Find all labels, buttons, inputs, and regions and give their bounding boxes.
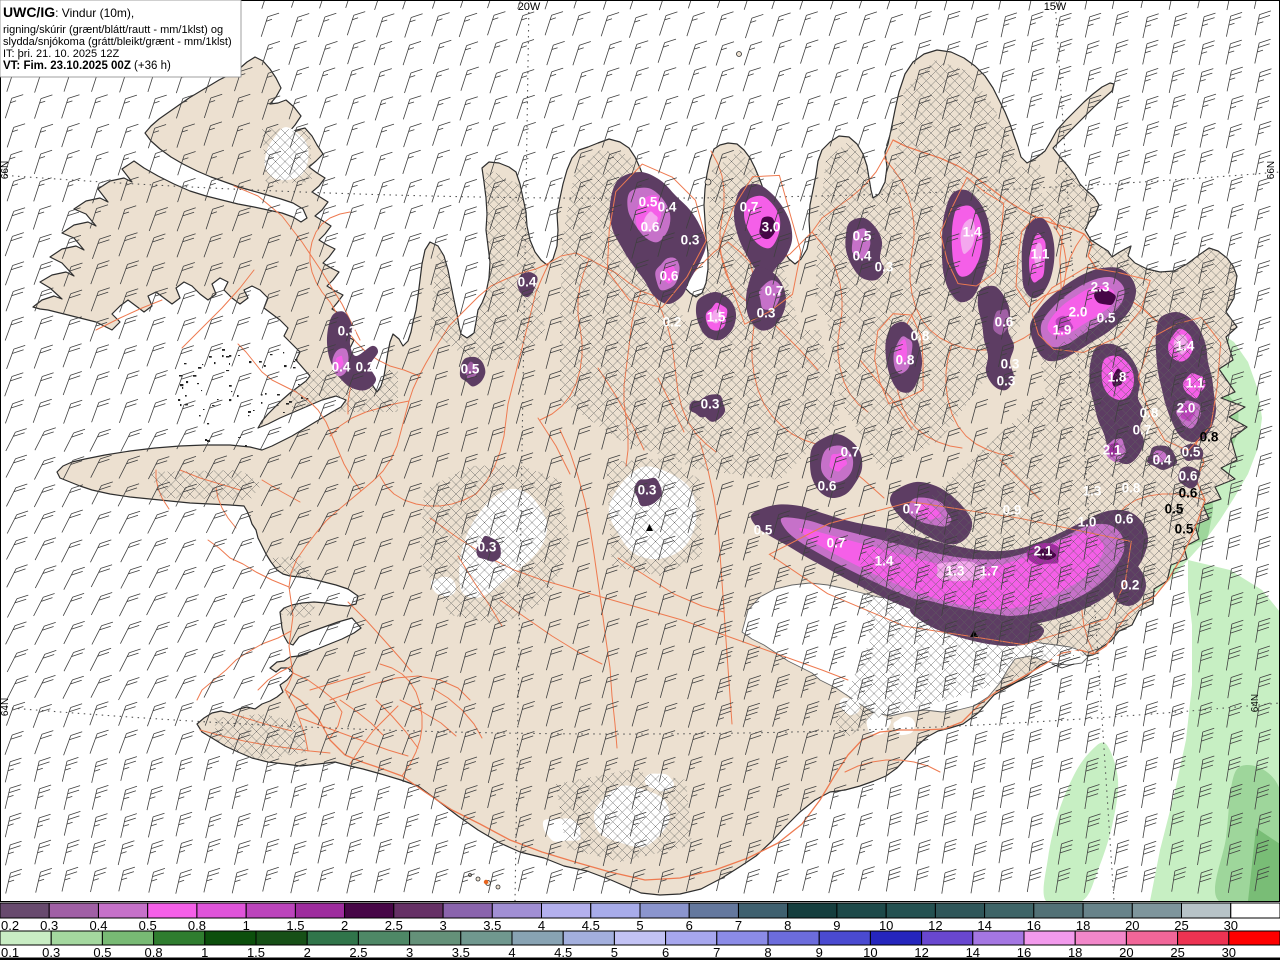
svg-text:0.2: 0.2 xyxy=(663,315,682,330)
svg-text:IT: þri. 21. 10. 2025 12Z: IT: þri. 21. 10. 2025 12Z xyxy=(3,48,119,60)
svg-text:0.4: 0.4 xyxy=(658,200,677,215)
svg-text:66N: 66N xyxy=(1266,161,1277,179)
svg-text:2.0: 2.0 xyxy=(1177,401,1196,416)
svg-text:0.3: 0.3 xyxy=(681,233,700,248)
svg-text:0.5: 0.5 xyxy=(1097,311,1116,326)
svg-text:0.6: 0.6 xyxy=(660,269,679,284)
svg-text:0.4: 0.4 xyxy=(332,360,351,375)
svg-text:0.2: 0.2 xyxy=(1121,578,1140,593)
svg-text:2.3: 2.3 xyxy=(1091,280,1110,295)
svg-text:1.3: 1.3 xyxy=(1083,484,1102,499)
svg-text:0.5: 0.5 xyxy=(853,229,872,244)
svg-text:1.5: 1.5 xyxy=(707,310,726,325)
svg-text:0.6: 0.6 xyxy=(1179,469,1198,484)
svg-text:0.8: 0.8 xyxy=(896,353,915,368)
svg-text:0.7: 0.7 xyxy=(1133,423,1152,438)
svg-text:20W: 20W xyxy=(518,1,541,13)
svg-text:15W: 15W xyxy=(1044,1,1067,13)
svg-text:0.8: 0.8 xyxy=(1200,430,1219,445)
svg-text:2.0: 2.0 xyxy=(1069,305,1088,320)
svg-text:0.6: 0.6 xyxy=(995,315,1014,330)
svg-text:0.5: 0.5 xyxy=(461,362,480,377)
svg-text:0.7: 0.7 xyxy=(841,445,860,460)
svg-text:0.6: 0.6 xyxy=(1179,486,1198,501)
svg-text:1.9: 1.9 xyxy=(1053,323,1072,338)
svg-text:1.8: 1.8 xyxy=(1108,370,1127,385)
svg-text:0.9: 0.9 xyxy=(1003,503,1022,518)
svg-text:0.5: 0.5 xyxy=(1182,445,1201,460)
svg-text:0.3: 0.3 xyxy=(638,483,657,498)
svg-text:1.0: 1.0 xyxy=(1078,515,1097,530)
svg-text:1.1: 1.1 xyxy=(1186,376,1205,391)
svg-text:0.6: 0.6 xyxy=(1115,512,1134,527)
svg-text:1.4: 1.4 xyxy=(875,554,894,569)
svg-text:66N: 66N xyxy=(0,161,11,179)
svg-text:0.6: 0.6 xyxy=(818,479,837,494)
svg-text:1.7: 1.7 xyxy=(980,564,999,579)
svg-text:0.4: 0.4 xyxy=(518,275,537,290)
svg-text:0.3: 0.3 xyxy=(757,306,776,321)
svg-text:0.8: 0.8 xyxy=(1122,481,1141,496)
svg-text:0.5: 0.5 xyxy=(1175,522,1194,537)
svg-text:0.5: 0.5 xyxy=(754,523,773,538)
svg-text:0.7: 0.7 xyxy=(903,502,922,517)
svg-text:1.1: 1.1 xyxy=(1031,247,1050,262)
svg-text:0.3: 0.3 xyxy=(478,540,497,555)
svg-text:0.7: 0.7 xyxy=(765,284,784,299)
svg-text:1.4: 1.4 xyxy=(1176,339,1195,354)
svg-text:0.3: 0.3 xyxy=(1001,357,1020,372)
svg-text:0.3: 0.3 xyxy=(338,324,357,339)
svg-text:rigning/skúrir (grænt/blátt/ra: rigning/skúrir (grænt/blátt/rautt - mm/1… xyxy=(3,24,223,36)
svg-text:2.1: 2.1 xyxy=(1103,443,1122,458)
svg-text:1.4: 1.4 xyxy=(963,225,982,240)
svg-text:0.3: 0.3 xyxy=(701,397,720,412)
svg-text:0.7: 0.7 xyxy=(740,200,759,215)
svg-text:0.2: 0.2 xyxy=(356,360,375,375)
svg-text:VT: Fim. 23.10.2025 00Z (+36 h: VT: Fim. 23.10.2025 00Z (+36 h) xyxy=(3,60,171,72)
svg-text:UWC/IG: Vindur (10m),: UWC/IG: Vindur (10m), xyxy=(3,4,134,20)
svg-text:0.6: 0.6 xyxy=(641,220,660,235)
svg-text:0.5: 0.5 xyxy=(1165,502,1184,517)
svg-text:64N: 64N xyxy=(1250,694,1261,712)
svg-text:0.3: 0.3 xyxy=(875,260,894,275)
svg-text:64N: 64N xyxy=(0,698,11,716)
svg-text:0.3: 0.3 xyxy=(997,374,1016,389)
svg-text:slydda/snjókoma (grátt/bleikt/: slydda/snjókoma (grátt/bleikt/grænt - mm… xyxy=(3,36,232,48)
svg-text:0.5: 0.5 xyxy=(639,195,658,210)
svg-text:0.4: 0.4 xyxy=(853,249,872,264)
svg-text:3.0: 3.0 xyxy=(762,220,781,235)
svg-text:0.8: 0.8 xyxy=(911,329,930,344)
svg-text:0.8: 0.8 xyxy=(1140,406,1159,421)
svg-text:0.4: 0.4 xyxy=(1153,453,1172,468)
svg-text:1.3: 1.3 xyxy=(946,564,965,579)
svg-text:0.7: 0.7 xyxy=(827,536,846,551)
svg-text:2.1: 2.1 xyxy=(1034,544,1053,559)
